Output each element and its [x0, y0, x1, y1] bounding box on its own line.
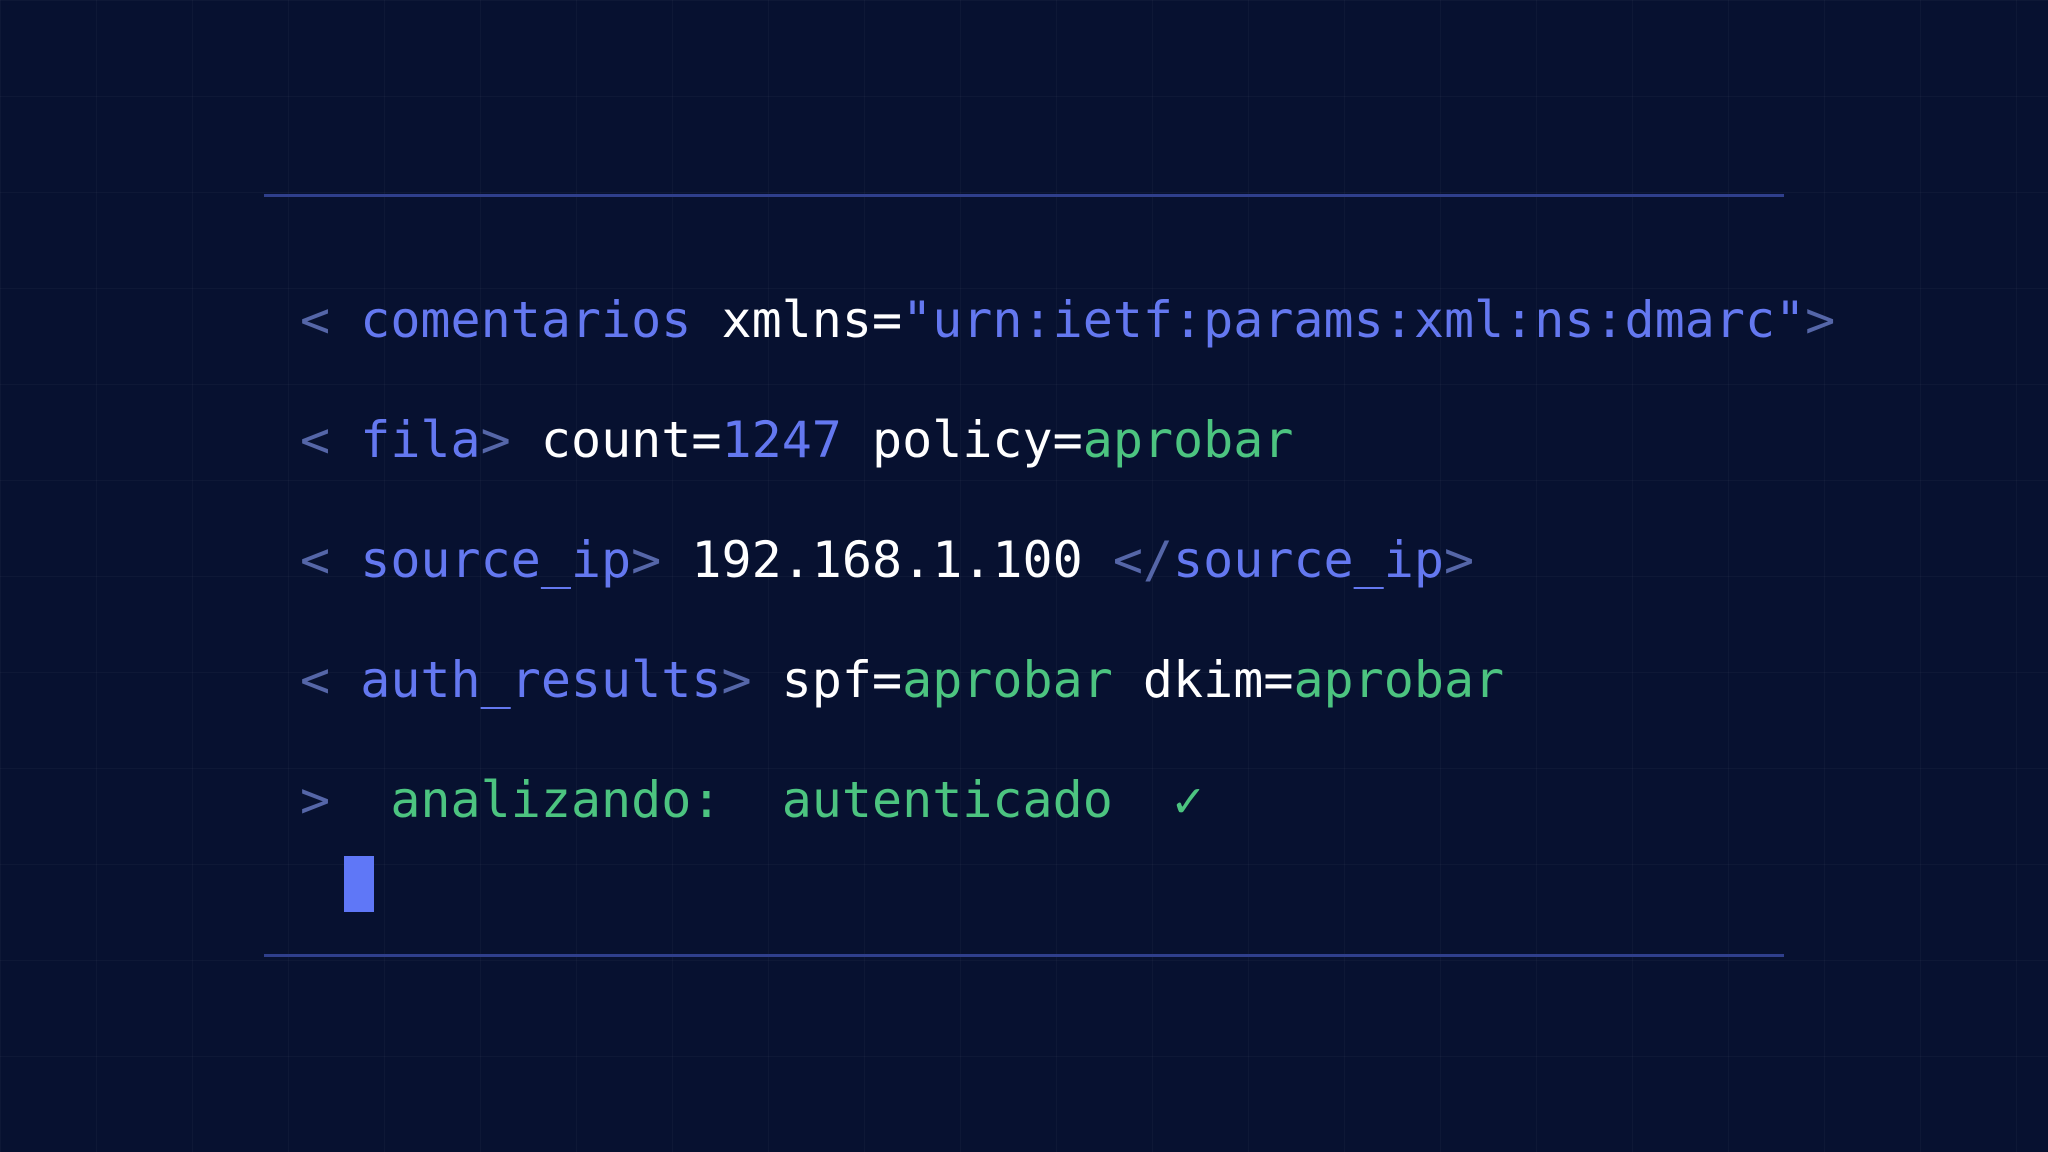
close-angle: > — [480, 411, 511, 469]
spf-value: aprobar — [902, 651, 1113, 709]
status-value: autenticado — [781, 771, 1113, 829]
xml-line-fila: < fila> count=1247 policy=aprobar — [300, 405, 1293, 475]
xml-line-source-ip: < source_ip> 192.168.1.100 </source_ip> — [300, 525, 1474, 595]
open-angle: < — [300, 651, 331, 709]
status-line: > analizando: autenticado ✓ — [300, 765, 1203, 835]
dkim-value: aprobar — [1293, 651, 1505, 709]
policy-value: aprobar — [1082, 411, 1294, 469]
close-angle: > — [1805, 291, 1836, 349]
checkmark-icon: ✓ — [1173, 771, 1204, 829]
spf-label: spf= — [781, 651, 903, 709]
open-angle: < — [300, 411, 331, 469]
count-label: count= — [540, 411, 722, 469]
tag-fila: fila — [360, 411, 481, 469]
attr-xmlns-value: "urn:ietf:params:xml:ns:dmarc" — [902, 291, 1806, 349]
close-angle: > — [631, 531, 662, 589]
tag-auth-results: auth_results — [360, 651, 722, 709]
text-cursor — [344, 856, 374, 912]
tag-source-ip: source_ip — [360, 531, 632, 589]
tag-comentarios: comentarios — [360, 291, 692, 349]
xml-line-comentarios: < comentarios xmlns="urn:ietf:params:xml… — [300, 285, 1835, 355]
policy-label: policy= — [872, 411, 1083, 469]
count-value: 1247 — [721, 411, 842, 469]
bottom-divider — [264, 954, 1784, 957]
end-close-angle: > — [1443, 531, 1475, 589]
close-angle: > — [721, 651, 752, 709]
end-tag-source-ip: source_ip — [1173, 531, 1444, 589]
top-divider — [264, 194, 1784, 197]
prompt-icon: > — [300, 771, 331, 829]
attr-xmlns-label: xmlns= — [721, 291, 903, 349]
dkim-label: dkim= — [1142, 651, 1294, 709]
end-open-angle: </ — [1112, 531, 1174, 589]
open-angle: < — [300, 531, 331, 589]
xml-line-auth-results: < auth_results> spf=aprobar dkim=aprobar — [300, 645, 1504, 715]
status-label: analizando: — [390, 771, 722, 829]
open-angle: < — [300, 291, 331, 349]
ip-value: 192.168.1.100 — [691, 531, 1083, 589]
